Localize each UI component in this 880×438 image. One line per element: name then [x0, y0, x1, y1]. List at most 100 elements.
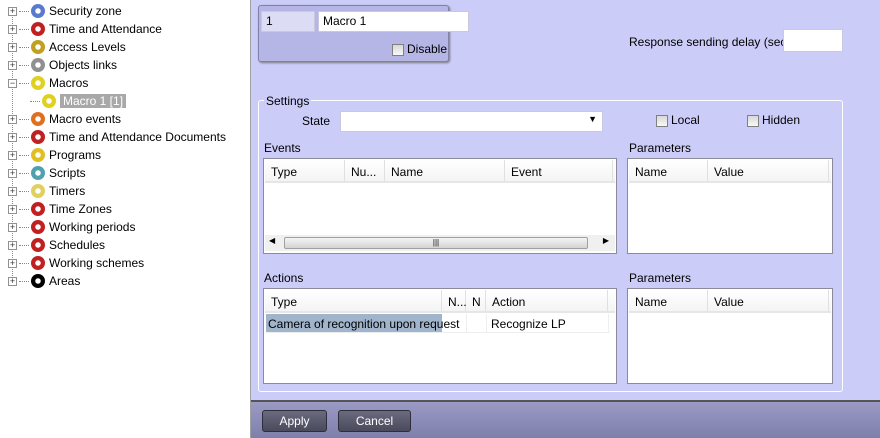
timer-icon	[31, 184, 45, 198]
checkbox-box[interactable]	[656, 114, 668, 127]
tree-connector	[19, 82, 29, 84]
tree-item-label: Security zone	[49, 4, 122, 18]
column-header-event[interactable]: Event	[505, 160, 613, 181]
tree-item[interactable]: + Access Levels	[8, 38, 126, 56]
state-select[interactable]: ▼	[340, 111, 603, 132]
scroll-right-icon[interactable]: ▶	[603, 236, 609, 245]
tree-item-label: Time and Attendance	[49, 22, 162, 36]
collapse-icon[interactable]: −	[8, 78, 17, 88]
cell-type: Camera of recognition upon request	[266, 314, 459, 332]
expand-icon[interactable]: +	[8, 186, 17, 196]
tree-item[interactable]: + Time and Attendance	[8, 20, 162, 38]
home-icon	[31, 274, 45, 288]
tree-item-label: Programs	[49, 148, 102, 162]
tree-connector	[19, 280, 29, 282]
macro-events-icon	[31, 112, 45, 126]
action-parameters-title: Parameters	[629, 271, 692, 285]
chevron-down-icon[interactable]: ▼	[588, 114, 597, 124]
tree-item[interactable]: + Security zone	[8, 2, 122, 20]
tree-connector	[19, 118, 29, 120]
expand-icon[interactable]: +	[8, 204, 17, 214]
tree-item-label: Time Zones	[49, 202, 112, 216]
disable-label: Disable	[407, 42, 448, 56]
column-header-number[interactable]: Nu...	[345, 160, 385, 181]
tree-item[interactable]: + Scripts	[8, 164, 86, 182]
tree-connector	[19, 172, 29, 174]
actions-table[interactable]: Type N... N Action Camera of recognition…	[263, 288, 617, 384]
delay-input[interactable]	[783, 29, 843, 52]
column-header-value[interactable]: Value	[708, 290, 829, 311]
tree-connector	[19, 208, 29, 210]
tree-item-label: Working schemes	[49, 256, 145, 270]
tree-item[interactable]: + Timers	[8, 182, 85, 200]
horizontal-scrollbar[interactable]: ◀ ||| ▶	[265, 235, 615, 251]
cell-n2	[467, 314, 487, 332]
delay-label: Response sending delay (sec):	[629, 35, 794, 49]
disable-checkbox[interactable]: Disable	[392, 42, 447, 56]
column-header-n2[interactable]: N	[466, 290, 486, 311]
tree-item[interactable]: + Time and Attendance Documents	[8, 128, 226, 146]
tree-connector	[19, 28, 29, 30]
local-label: Local	[671, 113, 700, 127]
column-header-name[interactable]: Name	[629, 160, 708, 181]
events-table[interactable]: Type Nu... Name Event ◀ ||| ▶	[263, 158, 617, 254]
gear-icon	[42, 94, 56, 108]
programs-icon	[31, 148, 45, 162]
local-checkbox[interactable]: Local	[656, 113, 700, 127]
clock-icon	[31, 220, 45, 234]
tree-item[interactable]: + Areas	[8, 272, 80, 290]
expand-icon[interactable]: +	[8, 240, 17, 250]
object-tree[interactable]: + Security zone + Time and Attendance + Acces…	[0, 0, 251, 438]
expand-icon[interactable]: +	[8, 150, 17, 160]
column-header-action[interactable]: Action	[486, 290, 608, 311]
expand-icon[interactable]: +	[8, 168, 17, 178]
event-parameters-table[interactable]: Name Value	[627, 158, 833, 254]
tree-item[interactable]: + Time Zones	[8, 200, 112, 218]
column-header-type[interactable]: Type	[265, 160, 345, 181]
tree-item[interactable]: + Schedules	[8, 236, 105, 254]
tree-connector	[19, 190, 29, 192]
cancel-button[interactable]: Cancel	[338, 410, 411, 432]
tree-connector	[30, 100, 40, 102]
column-header-name[interactable]: Name	[629, 290, 708, 311]
object-name-field[interactable]: Macro 1	[318, 11, 469, 32]
tree-item[interactable]: Macro 1 [1]	[30, 92, 127, 110]
tree-item[interactable]: + Programs	[8, 146, 101, 164]
tree-item-label: Areas	[49, 274, 81, 288]
event-parameters-title: Parameters	[629, 141, 692, 155]
action-parameters-table[interactable]: Name Value	[627, 288, 833, 384]
security-zone-icon	[31, 4, 45, 18]
expand-icon[interactable]: +	[8, 258, 17, 268]
expand-icon[interactable]: +	[8, 60, 17, 70]
column-header-type[interactable]: Type	[265, 290, 442, 311]
scrollbar-thumb[interactable]: |||	[284, 237, 588, 249]
expand-icon[interactable]: +	[8, 24, 17, 34]
object-id-field[interactable]: 1	[261, 11, 315, 32]
tree-item[interactable]: + Working periods	[8, 218, 135, 236]
tree-connector	[19, 64, 29, 66]
tree-item[interactable]: + Working schemes	[8, 254, 144, 272]
expand-icon[interactable]: +	[8, 276, 17, 286]
expand-icon[interactable]: +	[8, 222, 17, 232]
scroll-left-icon[interactable]: ◀	[269, 236, 275, 245]
expand-icon[interactable]: +	[8, 114, 17, 124]
checkbox-box[interactable]	[747, 114, 759, 127]
tree-connector	[19, 262, 29, 264]
tree-item[interactable]: − Macros	[8, 74, 88, 92]
apply-button[interactable]: Apply	[262, 410, 327, 432]
expand-icon[interactable]: +	[8, 42, 17, 52]
expand-icon[interactable]: +	[8, 132, 17, 142]
tree-item[interactable]: + Objects links	[8, 56, 117, 74]
tree-item[interactable]: + Macro events	[8, 110, 121, 128]
tree-item-label: Access Levels	[49, 40, 126, 54]
column-header-n1[interactable]: N...	[442, 290, 467, 311]
settings-title: Settings	[264, 94, 312, 108]
table-row[interactable]: Camera of recognition upon request Recog…	[266, 314, 610, 333]
checkbox-box[interactable]	[392, 43, 404, 56]
tree-connector	[19, 226, 29, 228]
column-header-name[interactable]: Name	[385, 160, 505, 181]
hidden-checkbox[interactable]: Hidden	[747, 113, 800, 127]
expand-icon[interactable]: +	[8, 6, 17, 16]
cell-n1	[442, 314, 467, 332]
column-header-value[interactable]: Value	[708, 160, 829, 181]
